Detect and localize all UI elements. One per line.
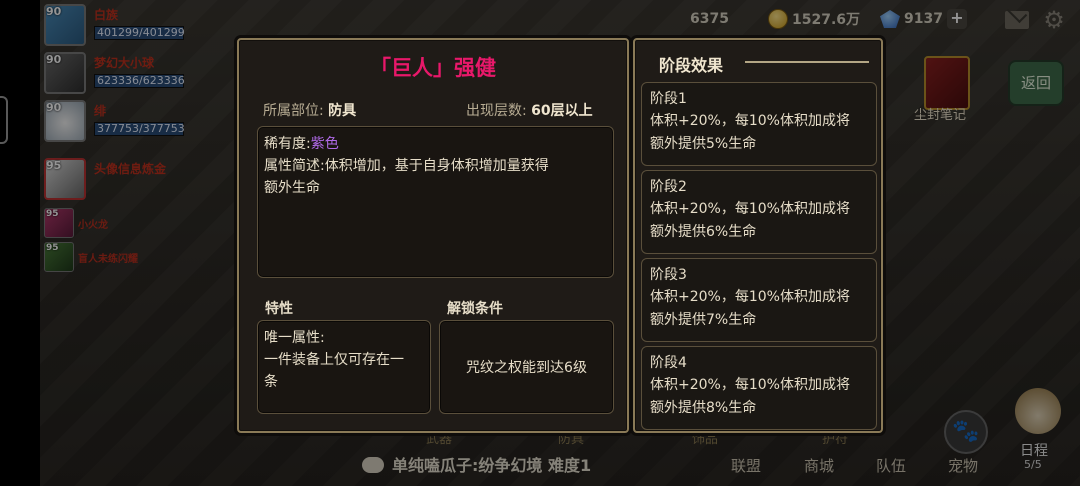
stage-text: 体积+20%，每10%体积加成将 xyxy=(650,289,850,305)
stage-effects-title: 阶段效果 xyxy=(659,56,724,75)
stage-card: 阶段4 体积+20%，每10%体积加成将 额外提供8%生命 xyxy=(641,346,877,430)
feature-heading: 特性 xyxy=(265,301,293,317)
stage-text: 额外提供8%生命 xyxy=(650,400,757,416)
floor-label: 出现层数: xyxy=(466,103,527,119)
stage-card: 阶段2 体积+20%，每10%体积加成将 额外提供6%生命 xyxy=(641,170,877,254)
slot-value: 防具 xyxy=(328,103,357,119)
rarity-label: 稀有度: xyxy=(264,136,311,152)
stage-name: 阶段2 xyxy=(650,179,687,195)
feature-text: 一件装备上仅可存在一 xyxy=(264,352,404,368)
stage-name: 阶段4 xyxy=(650,355,687,371)
rarity-line: 稀有度:紫色 xyxy=(264,133,607,155)
stage-effects-panel: 阶段效果 阶段1 体积+20%，每10%体积加成将 额外提供5%生命 阶段2 体… xyxy=(633,38,883,433)
title-divider xyxy=(745,61,869,63)
floor-info: 出现层数: 60层以上 xyxy=(466,100,593,120)
rarity-value: 紫色 xyxy=(310,136,339,152)
stage-text: 体积+20%，每10%体积加成将 xyxy=(650,201,850,217)
stage-text: 体积+20%，每10%体积加成将 xyxy=(650,113,850,129)
description-text: 额外生命 xyxy=(264,180,320,196)
floor-value: 60层以上 xyxy=(531,103,593,119)
feature-text: 条 xyxy=(264,374,278,390)
stage-text: 额外提供5%生命 xyxy=(650,136,757,152)
item-title: 「巨人」强健 xyxy=(370,56,496,80)
unlock-heading: 解锁条件 xyxy=(447,301,503,317)
slot-label: 所属部位: xyxy=(263,103,324,119)
item-detail-panel: 「巨人」强健 所属部位: 防具 出现层数: 60层以上 稀有度:紫色 属性简述:… xyxy=(237,38,629,433)
feature-text: 唯一属性: xyxy=(264,330,325,346)
description-text: 属性简述:体积增加，基于自身体积增加量获得 xyxy=(264,158,549,174)
stage-card: 阶段1 体积+20%，每10%体积加成将 额外提供5%生命 xyxy=(641,82,877,166)
unlock-box: 咒纹之权能到达6级 xyxy=(439,320,614,414)
feature-box: 唯一属性: 一件装备上仅可存在一 条 xyxy=(257,320,431,414)
stage-text: 额外提供6%生命 xyxy=(650,224,757,240)
slot-info: 所属部位: 防具 xyxy=(263,100,356,120)
stage-text: 体积+20%，每10%体积加成将 xyxy=(650,377,850,393)
stage-name: 阶段1 xyxy=(650,91,687,107)
description-box: 稀有度:紫色 属性简述:体积增加，基于自身体积增加量获得 额外生命 xyxy=(257,126,614,278)
stage-text: 额外提供7%生命 xyxy=(650,312,757,328)
unlock-text: 咒纹之权能到达6级 xyxy=(466,360,587,376)
stage-card: 阶段3 体积+20%，每10%体积加成将 额外提供7%生命 xyxy=(641,258,877,342)
stage-name: 阶段3 xyxy=(650,267,687,283)
